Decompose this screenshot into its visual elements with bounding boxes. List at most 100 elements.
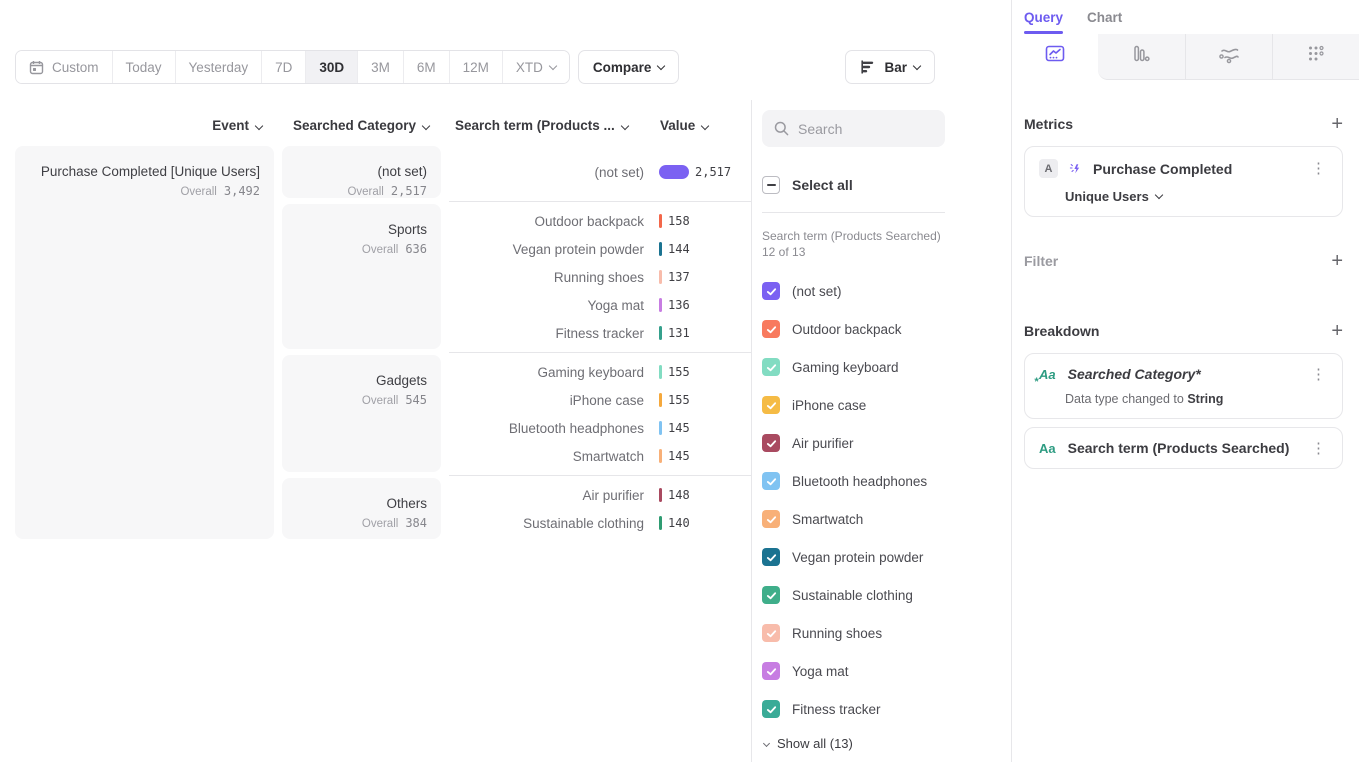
filter-item[interactable]: Smartwatch — [762, 500, 997, 538]
filter-item-label: Fitness tracker — [792, 702, 881, 717]
category-cell[interactable]: OthersOverall384 — [282, 478, 441, 539]
filter-item[interactable]: Gaming keyboard — [762, 348, 997, 386]
filter-checkbox[interactable] — [762, 662, 780, 680]
table-row[interactable]: Air purifier148 — [449, 481, 751, 509]
filter-checkbox[interactable] — [762, 510, 780, 528]
check-icon — [766, 628, 777, 639]
chart-type-tab-bar-chart[interactable] — [1098, 34, 1184, 80]
table-row[interactable]: Vegan protein powder144 — [449, 235, 751, 263]
table-row[interactable]: Bluetooth headphones145 — [449, 414, 751, 442]
filter-checkbox[interactable] — [762, 700, 780, 718]
date-range-7d[interactable]: 7D — [262, 51, 306, 83]
string-property-icon: Aa — [1039, 441, 1056, 456]
date-range-xtd[interactable]: XTD — [503, 51, 569, 83]
chevron-down-icon — [701, 122, 709, 130]
series-filter-panel: Select all Search term (Products Searche… — [751, 100, 1011, 762]
filter-item[interactable]: iPhone case — [762, 386, 997, 424]
filter-item[interactable]: Sustainable clothing — [762, 576, 997, 614]
date-range-6m[interactable]: 6M — [404, 51, 450, 83]
category-cell[interactable]: SportsOverall636 — [282, 204, 441, 349]
category-overall: Overall545 — [292, 393, 427, 407]
show-all-label: Show all (13) — [777, 736, 853, 751]
filter-item[interactable]: Yoga mat — [762, 652, 997, 690]
table-row[interactable]: Sustainable clothing140 — [449, 509, 751, 537]
date-range-yesterday[interactable]: Yesterday — [176, 51, 263, 83]
table-row[interactable]: Outdoor backpack158 — [449, 207, 751, 235]
filter-checkbox[interactable] — [762, 548, 780, 566]
breakdown-note: Data type changed to String — [1065, 392, 1328, 406]
date-range-30d[interactable]: 30D — [306, 51, 358, 83]
column-header-value[interactable]: Value — [640, 118, 708, 133]
filter-checkbox[interactable] — [762, 434, 780, 452]
search-input[interactable] — [798, 121, 928, 137]
breakdown-card[interactable]: AaSearch term (Products Searched)⋮ — [1024, 427, 1343, 469]
tab-chart[interactable]: Chart — [1087, 10, 1122, 34]
select-all-row[interactable]: Select all — [762, 176, 997, 194]
compare-button[interactable]: Compare — [578, 50, 680, 84]
column-header-category[interactable]: Searched Category — [282, 118, 441, 133]
filter-item[interactable]: Air purifier — [762, 424, 997, 462]
table-row[interactable]: Running shoes137 — [449, 263, 751, 291]
category-cell[interactable]: GadgetsOverall545 — [282, 355, 441, 472]
filter-item[interactable]: (not set) — [762, 272, 997, 310]
chart-type-dropdown[interactable]: Bar — [845, 50, 935, 84]
filter-group-label: Search term (Products Searched) 12 of 13 — [762, 228, 942, 260]
metric-card[interactable]: A Purchase Completed ⋮ Unique Users — [1024, 146, 1343, 217]
add-breakdown-button[interactable]: + — [1331, 324, 1343, 338]
value-cell: 145 — [652, 421, 751, 435]
show-all-toggle[interactable]: Show all (13) — [762, 736, 997, 751]
kebab-menu-icon[interactable]: ⋮ — [1309, 161, 1328, 176]
check-icon — [766, 704, 777, 715]
date-range-label: 3M — [371, 60, 390, 75]
breakdown-property-name: Searched Category* — [1068, 366, 1309, 382]
search-box[interactable] — [762, 110, 945, 147]
filter-checkbox[interactable] — [762, 396, 780, 414]
filter-checkbox[interactable] — [762, 358, 780, 376]
table-row[interactable]: iPhone case155 — [449, 386, 751, 414]
metrics-title: Metrics — [1024, 116, 1073, 132]
category-group: SportsOverall636 Outdoor backpack158Vegan… — [282, 201, 751, 352]
measure-dropdown[interactable]: Unique Users — [1065, 189, 1328, 204]
chart-type-tab-grid-dots[interactable] — [1272, 34, 1359, 80]
category-cell[interactable]: (not set)Overall2,517 — [282, 146, 441, 198]
add-filter-button[interactable]: + — [1331, 254, 1343, 268]
filter-checkbox[interactable] — [762, 282, 780, 300]
kebab-menu-icon[interactable]: ⋮ — [1309, 441, 1328, 456]
filter-item[interactable]: Vegan protein powder — [762, 538, 997, 576]
filter-checkbox[interactable] — [762, 586, 780, 604]
breakdown-card[interactable]: AaSearched Category*⋮Data type changed t… — [1024, 353, 1343, 419]
filter-checkbox[interactable] — [762, 472, 780, 490]
date-range-12m[interactable]: 12M — [450, 51, 503, 83]
date-range-custom[interactable]: Custom — [16, 51, 113, 83]
table-row[interactable]: Fitness tracker131 — [449, 319, 751, 347]
value-number: 137 — [668, 270, 690, 284]
date-range-3m[interactable]: 3M — [358, 51, 404, 83]
add-metric-button[interactable]: + — [1331, 117, 1343, 131]
filter-item[interactable]: Outdoor backpack — [762, 310, 997, 348]
column-header-event[interactable]: Event — [15, 118, 274, 133]
term-label: Outdoor backpack — [449, 214, 652, 229]
chevron-down-icon — [422, 122, 430, 130]
column-header-search-term[interactable]: Search term (Products ... — [449, 118, 640, 133]
chart-type-tab-line-chart[interactable] — [1012, 34, 1098, 80]
event-cell[interactable]: Purchase Completed [Unique Users] Overal… — [15, 146, 274, 539]
date-range-today[interactable]: Today — [113, 51, 176, 83]
table-row[interactable]: Yoga mat136 — [449, 291, 751, 319]
value-bar — [659, 449, 662, 463]
filter-checkbox[interactable] — [762, 320, 780, 338]
kebab-menu-icon[interactable]: ⋮ — [1309, 367, 1328, 382]
filter-item[interactable]: Running shoes — [762, 614, 997, 652]
table-row[interactable]: (not set)2,517 — [449, 158, 751, 186]
chart-type-tab-flow[interactable] — [1185, 34, 1272, 80]
filter-item[interactable]: Bluetooth headphones — [762, 462, 997, 500]
term-label: Fitness tracker — [449, 326, 652, 341]
breakdown-card-row: AaSearch term (Products Searched)⋮ — [1039, 440, 1328, 456]
horizontal-bar-chart-icon — [860, 60, 876, 74]
filter-item[interactable]: Fitness tracker — [762, 690, 997, 728]
filter-item-label: (not set) — [792, 284, 842, 299]
table-row[interactable]: Smartwatch145 — [449, 442, 751, 470]
table-row[interactable]: Gaming keyboard155 — [449, 358, 751, 386]
tab-query[interactable]: Query — [1024, 10, 1063, 34]
select-all-checkbox[interactable] — [762, 176, 780, 194]
filter-checkbox[interactable] — [762, 624, 780, 642]
